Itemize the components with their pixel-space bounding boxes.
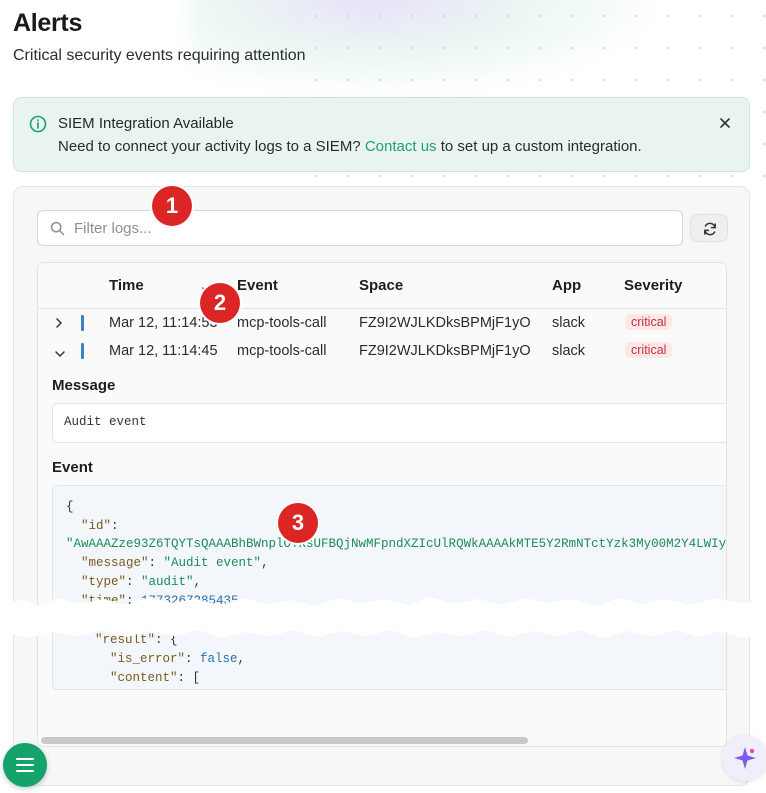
banner-text: Need to connect your activity logs to a …	[58, 138, 642, 155]
filter-field[interactable]	[37, 210, 683, 246]
info-icon	[29, 115, 47, 133]
event-label: Event	[52, 459, 93, 476]
severity-badge: critical	[625, 314, 673, 330]
json-line: {	[66, 500, 74, 514]
sparkle-icon	[734, 747, 756, 769]
cell-event: mcp-tools-call	[237, 343, 327, 359]
banner-title: SIEM Integration Available	[58, 115, 234, 132]
menu-button[interactable]	[3, 743, 47, 787]
logs-table: Time Event Space App Severity Mar 12, 11…	[37, 262, 727, 747]
banner-text-after: to set up a custom integration.	[440, 138, 642, 155]
json-line: "message": "Audit event",	[81, 556, 269, 570]
json-line: "content": [	[110, 671, 201, 685]
horizontal-scrollbar[interactable]	[41, 737, 528, 744]
search-icon	[50, 221, 65, 236]
refresh-icon	[704, 222, 716, 236]
row-indicator	[81, 315, 84, 331]
annotation-marker-3: 3	[278, 503, 318, 543]
json-line: "is_error": false,	[110, 652, 246, 666]
column-severity[interactable]: Severity	[624, 277, 682, 294]
close-icon[interactable]	[716, 114, 734, 132]
annotation-marker-1: 1	[152, 186, 192, 226]
cell-space: FZ9I2WJLKDksBPMjF1yO	[359, 343, 531, 359]
json-line: "id":	[81, 519, 119, 533]
table-row[interactable]: Mar 12, 11:14:45 mcp-tools-call FZ9I2WJL…	[38, 337, 726, 365]
contact-us-link[interactable]: Contact us	[365, 138, 437, 155]
page-title: Alerts	[13, 9, 83, 37]
chevron-right-icon[interactable]	[54, 317, 64, 333]
event-json: { "id": "AwAAAZze93Z6TQYTsQAAABhBWnplOTR…	[52, 485, 727, 690]
cell-app: slack	[552, 315, 586, 331]
assistant-button[interactable]	[722, 735, 766, 781]
cell-time: Mar 12, 11:14:45	[109, 343, 218, 359]
chevron-down-icon[interactable]	[54, 347, 66, 363]
row-indicator	[81, 343, 84, 359]
cell-app: slack	[552, 343, 586, 359]
column-app[interactable]: App	[552, 277, 581, 294]
torn-edge-overlay	[0, 597, 766, 638]
column-time[interactable]: Time	[109, 277, 144, 294]
page-subtitle: Critical security events requiring atten…	[13, 47, 306, 64]
refresh-button[interactable]	[690, 214, 728, 242]
table-row[interactable]: Mar 12, 11:14:53 mcp-tools-call FZ9I2WJL…	[38, 309, 726, 337]
json-line: "AwAAAZze93Z6TQYTsQAAABhBWnplOTRsUFBQjNw…	[66, 537, 727, 551]
severity-badge: critical	[625, 342, 673, 358]
siem-banner: SIEM Integration Available Need to conne…	[13, 97, 750, 172]
annotation-marker-2: 2	[200, 283, 240, 323]
message-label: Message	[52, 377, 116, 394]
column-event[interactable]: Event	[237, 277, 278, 294]
message-value: Audit event	[52, 403, 726, 443]
banner-text-before: Need to connect your activity logs to a …	[58, 138, 361, 155]
column-space[interactable]: Space	[359, 277, 403, 294]
cell-time: Mar 12, 11:14:53	[109, 315, 218, 331]
table-header: Time Event Space App Severity	[38, 263, 726, 309]
cell-event: mcp-tools-call	[237, 315, 327, 331]
cell-space: FZ9I2WJLKDksBPMjF1yO	[359, 315, 531, 331]
menu-icon	[16, 758, 34, 772]
